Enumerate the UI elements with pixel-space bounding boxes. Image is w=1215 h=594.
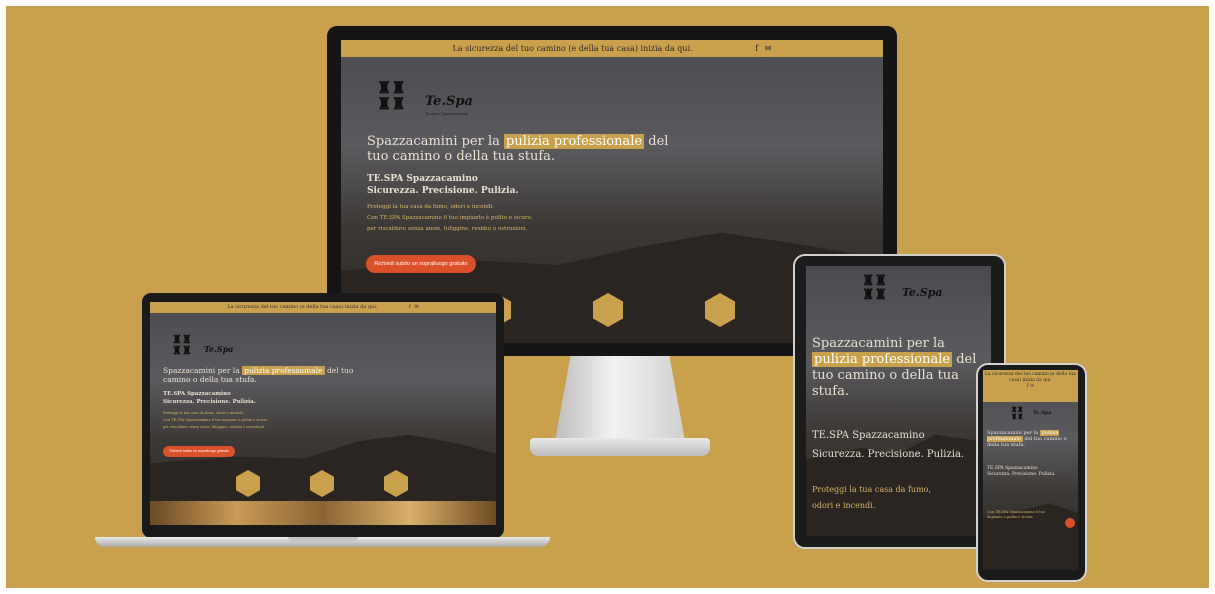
phone-body: Con TE.SPA Spazzacamino il tuo impianto …	[987, 510, 1057, 520]
body-gold: Proteggi la tua casa da fumo, odori e in…	[367, 204, 495, 210]
tablet-body: Proteggi la tua casa da fumo, odori e in…	[812, 482, 932, 514]
laptop-subhead: TE.SPA Spazzacamino Sicurezza. Precision…	[163, 390, 256, 406]
chimney-sweep-logo-icon: ♜♜ ♜♜	[377, 78, 406, 113]
facebook-icon[interactable]: f	[1027, 384, 1029, 389]
headline-part1: Spazzacamini per la	[812, 336, 945, 351]
desktop-logo: ♜♜ ♜♜ Te.Spa Tecnici Spazzacamini	[377, 80, 487, 126]
tablet-screen: ♜♜ ♜♜ Te.Spa Spazzacamini per la pulizia …	[806, 266, 991, 536]
subhead-tagline: Sicurezza. Precisione. Pulizia.	[812, 449, 965, 460]
phone-scroll-top-button[interactable]	[1065, 518, 1075, 528]
tablet-subhead: TE.SPA Spazzacamino Sicurezza. Precision…	[812, 426, 990, 464]
tablet-logo: ♜♜ ♜♜ Te.Spa	[862, 274, 972, 316]
body-line2: per riscaldare senza ansie, fuliggine, r…	[367, 226, 528, 232]
desktop-stand-base	[530, 438, 710, 456]
laptop-cta-button[interactable]: Richiedi subito un sopralluogo gratuito	[163, 446, 235, 457]
email-icon[interactable]: ✉	[414, 304, 418, 310]
top-bar-text: La sicurezza del tuo camino (e della tua…	[452, 44, 693, 53]
body-line1: Con TE.SPA Spazzacamino il tuo impianto …	[367, 215, 533, 221]
desktop-headline: Spazzacamini per la pulizia professional…	[367, 134, 687, 164]
facebook-icon[interactable]: f	[409, 304, 411, 310]
subhead-brand: TE.SPA Spazzacamino	[163, 391, 231, 397]
phone-headline: Spazzacamini per la pulizia professional…	[987, 430, 1073, 448]
headline-highlight: pulizia professionale	[242, 366, 325, 375]
subhead-brand: TE.SPA Spazzacamino	[367, 174, 478, 184]
desktop-body: Proteggi la tua casa da fumo, odori e in…	[367, 202, 533, 235]
logo-name: Te.Spa	[204, 344, 234, 354]
laptop-top-bar: La sicurezza del tuo camino (e della tua…	[150, 302, 496, 313]
desktop-top-bar: La sicurezza del tuo camino (e della tua…	[341, 40, 883, 57]
laptop-headline: Spazzacamini per la pulizia professional…	[163, 366, 363, 384]
laptop-logo: ♜♜ ♜♜ Te.Spa	[172, 334, 252, 366]
top-bar-text: La sicurezza del tuo camino (e della tua…	[985, 372, 1076, 383]
top-bar-text: La sicurezza del tuo camino (e della tua…	[227, 304, 378, 310]
headline-highlight: pulizia professionale	[812, 352, 953, 367]
subhead-tagline: Sicurezza. Precisione. Pulizia.	[987, 472, 1056, 477]
chimney-sweep-logo-icon: ♜♜ ♜♜	[862, 273, 888, 303]
facebook-icon[interactable]: f	[755, 44, 758, 53]
email-icon[interactable]: ✉	[765, 44, 772, 53]
phone-top-bar: La sicurezza del tuo camino (e della tua…	[983, 370, 1078, 402]
body-gold: Proteggi la tua casa da fumo, odori e in…	[812, 485, 932, 510]
subhead-tagline: Sicurezza. Precisione. Pulizia.	[163, 399, 256, 405]
subhead-tagline: Sicurezza. Precisione. Pulizia.	[367, 186, 519, 196]
tablet-headline: Spazzacamini per la pulizia professional…	[812, 336, 987, 400]
desktop-subhead: TE.SPA Spazzacamino Sicurezza. Precision…	[367, 173, 519, 197]
logo-name: Te.Spa	[425, 94, 473, 109]
headline-highlight: pulizia professionale	[504, 134, 645, 149]
phone-screen: La sicurezza del tuo camino (e della tua…	[983, 370, 1078, 570]
logo-name: Te.Spa	[902, 286, 943, 299]
body-line1: Con TE.SPA Spazzacamino il tuo impianto …	[987, 510, 1045, 519]
phone-subhead: TE.SPA Spazzacamino Sicurezza. Precision…	[987, 466, 1055, 478]
desktop-cta-button[interactable]: Richiedi subito un sopralluogo gratuito	[366, 255, 476, 273]
chimney-sweep-logo-icon: ♜♜ ♜♜	[172, 333, 192, 357]
laptop-body: Proteggi la tua casa da fumo, odori e in…	[163, 410, 268, 431]
laptop-screen: La sicurezza del tuo camino (e della tua…	[150, 302, 496, 525]
laptop-notch	[288, 537, 358, 541]
body-gold: Proteggi la tua casa da fumo, odori e in…	[163, 411, 244, 415]
chimney-sweep-logo-icon: ♜♜ ♜♜	[1011, 405, 1024, 421]
logo-name: Te.Spa	[1033, 410, 1052, 416]
headline-part1: Spazzacamini per la	[367, 134, 500, 149]
logo-subtitle: Tecnici Spazzacamini	[425, 111, 469, 116]
laptop-golden-strip	[150, 501, 496, 525]
body-line2: per riscaldare senza ansie, fuliggine, r…	[163, 425, 266, 429]
headline-part1: Spazzacamini per la	[163, 366, 240, 375]
subhead-brand: TE.SPA Spazzacamino	[812, 430, 925, 441]
email-icon[interactable]: ✉	[1030, 384, 1034, 389]
desktop-stand-neck	[555, 356, 685, 441]
body-line1: Con TE.SPA Spazzacamino il tuo impianto …	[163, 418, 269, 422]
